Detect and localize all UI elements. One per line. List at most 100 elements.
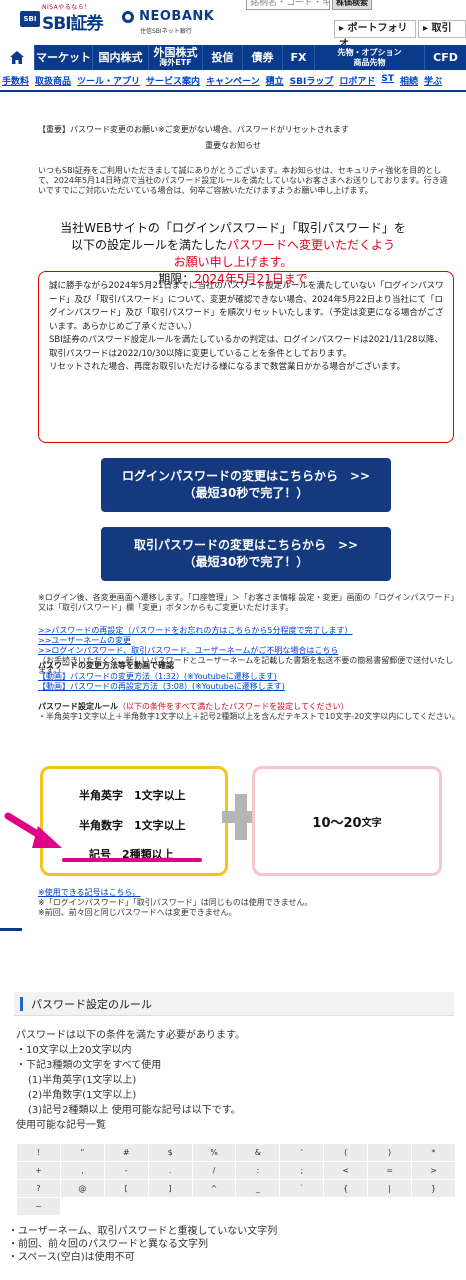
nav-market[interactable]: マーケット — [34, 45, 92, 70]
headline-line2a: 以下の設定ルールを満たした — [70, 238, 227, 252]
sbi-logo[interactable]: NISAやるなら！ SBI SBI証券 — [20, 2, 104, 34]
symbol-cell: { — [323, 1179, 369, 1198]
symbol-cell: / — [191, 1161, 237, 1180]
home-icon[interactable] — [0, 45, 34, 70]
warning-box: 誠に勝手ながら2024年5月21日までに当社のパスワード設定ルールを満たしていな… — [38, 271, 454, 443]
symbol-cell: - — [103, 1161, 149, 1180]
search-button[interactable]: 株価検索 — [332, 0, 372, 10]
notice-title: 【重要】パスワード変更のお願い※ご変更がない場合、パスワードがリセットされます — [38, 125, 349, 134]
video-reset-link[interactable]: 【動画】パスワードの再設定方法（3:08）(※Youtubeに遷移します) — [38, 682, 458, 692]
symbol-cell: ] — [147, 1179, 193, 1198]
trade-button[interactable]: ▸ 取引 — [418, 20, 466, 38]
symbol-cell: = — [367, 1161, 413, 1180]
left-marker — [0, 928, 22, 931]
neobank-mark-icon — [122, 10, 134, 23]
nav-cfd[interactable]: CFD — [424, 45, 466, 70]
empty-cell — [235, 1197, 281, 1216]
extra-rule-3: ・スペース(空白)は使用不可 — [8, 1252, 135, 1263]
symbol-cell: : — [235, 1161, 281, 1180]
subnav-savings[interactable]: 積立 — [266, 74, 284, 88]
req-letters-value: 1文字以上 — [134, 789, 186, 802]
nav-foreign-stocks-label2: 海外ETF — [159, 57, 192, 67]
rule-description: ・半角英字1文字以上＋半角数字1文字以上＋記号2種類以上を含んだテキストで10文… — [38, 712, 460, 721]
subnav-robo[interactable]: ロボアド — [339, 74, 375, 88]
forgot-credentials-link[interactable]: >>ログインパスワード、取引パスワード、ユーザーネームがご不明な場合はこちら — [38, 646, 458, 656]
section-header: パスワード設定のルール — [14, 992, 454, 1016]
symbol-cell: , — [59, 1161, 105, 1180]
rule-line-3: ・下記3種類の文字をすべて使用 — [16, 1060, 162, 1071]
footnote-2: ※「ログインパスワード」「取引パスワード」は同じものは使用できません。 — [38, 898, 313, 907]
usable-symbols-link[interactable]: ※使用できる記号はこちら。 — [38, 888, 458, 898]
empty-cell — [323, 1197, 369, 1216]
subnav-services[interactable]: サービス案内 — [146, 74, 200, 88]
portfolio-button[interactable]: ▸ ポートフォリオ — [334, 20, 416, 50]
warning-p2: SBI証券のパスワード設定ルールを満たしているかの判定は、ログインパスワードは2… — [49, 335, 443, 359]
nav-fx[interactable]: FX — [282, 45, 314, 70]
login-button-line1: ログインパスワードの変更はこちらから >> — [121, 469, 371, 483]
subnav-inheritance[interactable]: 相続 — [400, 74, 418, 88]
highlight-underline — [62, 858, 202, 862]
extra-rules: ・ユーザーネーム、取引パスワードと重複していない文字列 ・前回、前々回のパスワー… — [8, 1225, 458, 1264]
symbol-cell: ; — [279, 1161, 325, 1180]
rule-line-7: 使用可能な記号一覧 — [16, 1120, 106, 1131]
symbol-cell: ) — [367, 1143, 413, 1162]
warning-p1: 誠に勝手ながら2024年5月21日までに当社のパスワード設定ルールを満たしていな… — [49, 281, 444, 332]
neobank-name: NEOBANK — [139, 9, 215, 24]
subnav-learn[interactable]: 学ぶ — [424, 74, 442, 88]
symbol-cell: < — [323, 1161, 369, 1180]
footnotes: ※使用できる記号はこちら。 ※「ログインパスワード」「取引パスワード」は同じもの… — [38, 888, 458, 918]
nav-futures-options[interactable]: 先物・オプション 商品先物 — [314, 45, 424, 70]
empty-cell — [59, 1197, 105, 1216]
symbol-cell: ' — [279, 1143, 325, 1162]
rule-line-5: (2)半角数字(1文字以上) — [28, 1090, 137, 1101]
rule-heading: パスワード設定ルール（以下の条件をすべて満たしたパスワードを設定してください） — [38, 701, 349, 712]
video-heading: パスワードの変更方法等を動画で確認 — [38, 661, 174, 670]
table-row: ! " # $% & '() * — [16, 1143, 456, 1162]
subnav-sbi-wrap[interactable]: SBIラップ — [290, 74, 334, 88]
trade-button-line1: 取引パスワードの変更はこちらから >> — [133, 538, 359, 552]
login-button-line2: （最短30秒で完了！） — [183, 486, 309, 500]
nav-futures-label2: 商品先物 — [353, 57, 386, 67]
subnav-tools[interactable]: ツール・アプリ — [77, 74, 140, 88]
top-header: NISAやるなら！ SBI SBI証券 NEOBANK 住信SBIネット銀行 銘… — [0, 0, 466, 50]
nav-bonds[interactable]: 債券 — [242, 45, 282, 70]
search-input[interactable]: 銘柄名・コード・キー — [246, 0, 330, 10]
nav-foreign-stocks[interactable]: 外国株式 海外ETF — [148, 45, 202, 70]
table-row: ? @[] ^ _ `{|} — [16, 1179, 456, 1198]
length-unit: 文字 — [361, 817, 382, 829]
sbi-mark-icon: SBI — [20, 11, 40, 27]
main-nav: マーケット 国内株式 外国株式 海外ETF 投信 債券 FX 先物・オプション … — [0, 45, 466, 70]
symbol-cell: * — [411, 1143, 456, 1162]
symbol-cell: ` — [279, 1179, 325, 1198]
after-buttons-note: ※ログイン後、各変更画面へ遷移します。「口座管理」＞「お客さま情報 設定・変更」… — [38, 593, 455, 612]
req-letters-label: 半角英字 — [79, 789, 123, 802]
length-value: 10〜20 — [312, 815, 362, 831]
table-row: ~ — [16, 1197, 456, 1216]
username-change-link[interactable]: >>ユーザーネームの変更 — [38, 636, 458, 646]
req-letters: 半角英字 1文字以上 — [79, 787, 186, 803]
notice-intro: いつもSBI証券をご利用いただきまして誠にありがとうございます。本お知らせは、セ… — [38, 166, 448, 195]
login-password-change-button[interactable]: ログインパスワードの変更はこちらから >> （最短30秒で完了！） — [101, 458, 391, 512]
symbol-cell: # — [103, 1143, 149, 1162]
extra-rule-1: ・ユーザーネーム、取引パスワードと重複していない文字列 — [8, 1226, 278, 1237]
rule-line-4: (1)半角英字(1文字以上) — [28, 1075, 137, 1086]
symbol-cell: $ — [147, 1143, 193, 1162]
nav-domestic-stocks[interactable]: 国内株式 — [92, 45, 148, 70]
neobank-logo[interactable]: NEOBANK 住信SBIネット銀行 — [122, 6, 214, 35]
video-change-link[interactable]: 【動画】パスワードの変更方法（1:32）(※Youtubeに遷移します) — [38, 672, 458, 682]
extra-rule-2: ・前回、前々回のパスワードと異なる文字列 — [8, 1239, 208, 1250]
length-requirement-card: 10〜20 文字 — [252, 766, 442, 876]
password-reset-link[interactable]: >>パスワードの再設定（パスワードをお忘れの方はこちらから5分程度で完了します） — [38, 626, 458, 636]
headline-line1: 当社WEBサイトの「ログインパスワード」「取引パスワード」を — [60, 221, 406, 235]
trade-button-line2: （最短30秒で完了！） — [183, 555, 309, 569]
nav-investment-trusts[interactable]: 投信 — [202, 45, 242, 70]
subnav-campaign[interactable]: キャンペーン — [206, 74, 260, 88]
symbols-table: ! " # $% & '() * +, -. /:; < = > ? @[] ^ _ `{|} ~ — [16, 1143, 456, 1216]
subnav-products[interactable]: 取扱商品 — [35, 74, 71, 88]
rule-heading-text: パスワード設定ルール — [38, 702, 118, 711]
headline-line2b: パスワードへ変更いただくよう — [227, 238, 396, 252]
subnav-st[interactable]: ST — [381, 74, 394, 88]
trade-password-change-button[interactable]: 取引パスワードの変更はこちらから >> （最短30秒で完了！） — [101, 527, 391, 581]
symbol-cell: " — [59, 1143, 105, 1162]
subnav-fees[interactable]: 手数料 — [2, 74, 29, 88]
